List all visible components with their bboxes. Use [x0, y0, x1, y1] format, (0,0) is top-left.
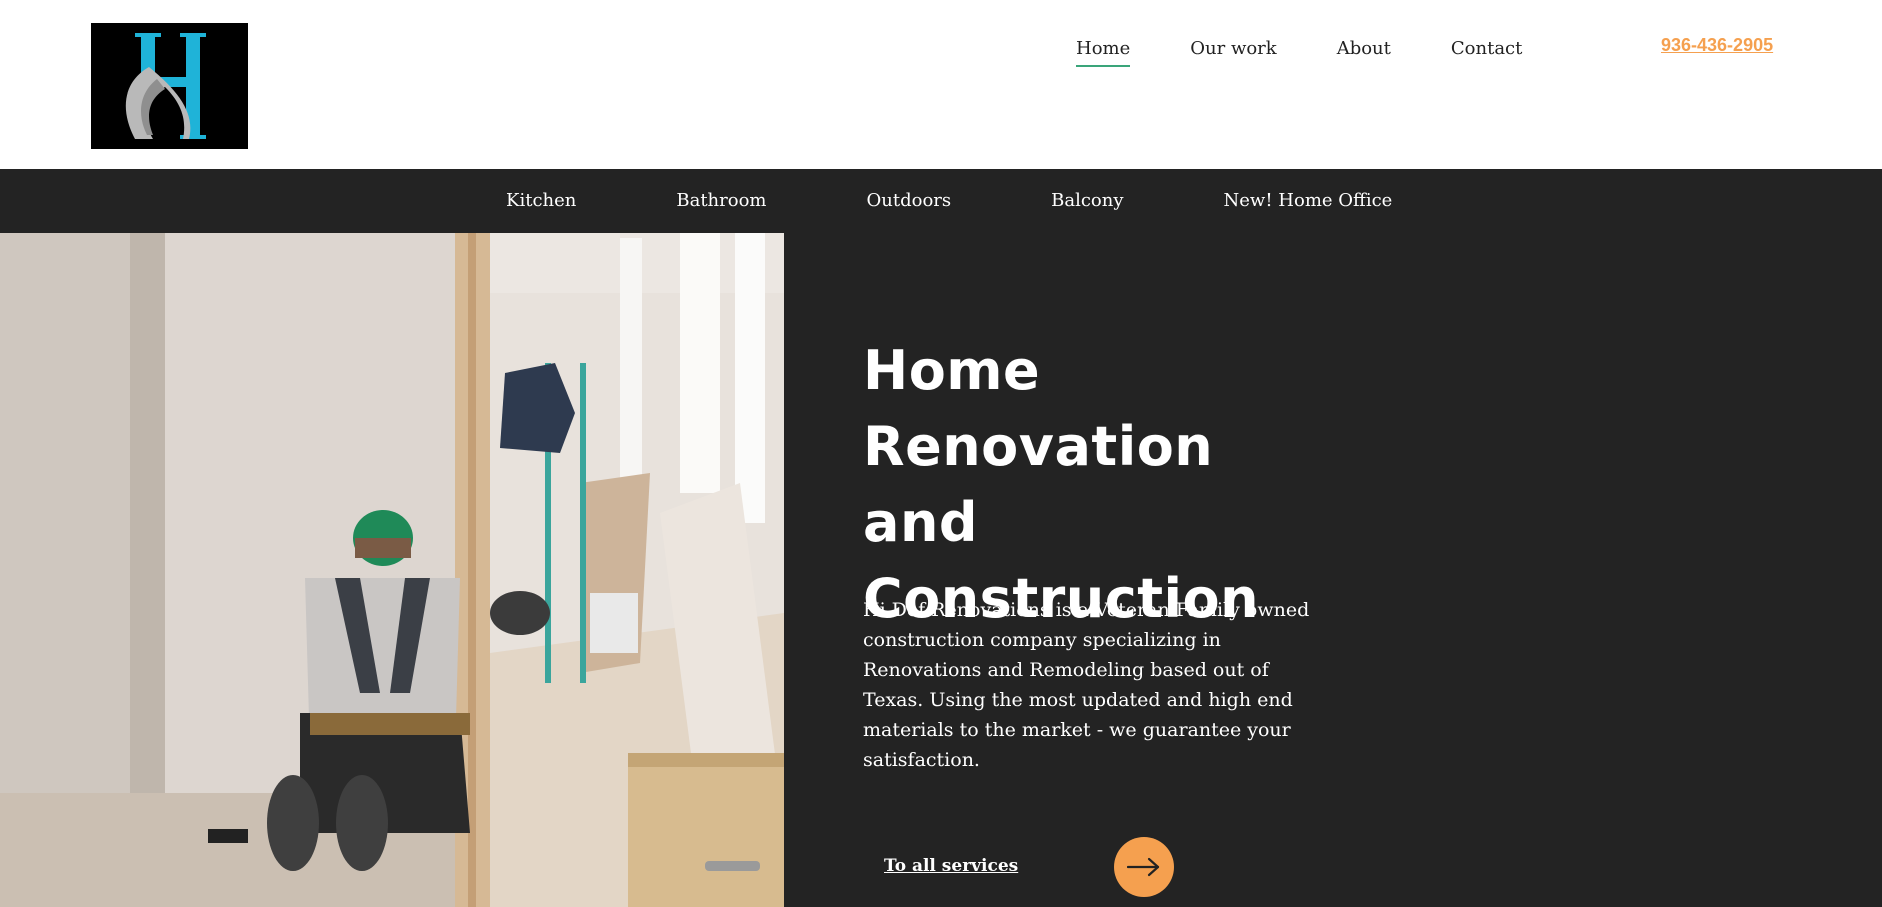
- phone-link[interactable]: 936-436-2905: [1661, 35, 1773, 56]
- subnav-items: Kitchen Bathroom Outdoors Balcony New! H…: [506, 190, 1392, 211]
- hero-title-line: Home: [863, 339, 1041, 402]
- subnav-item-bathroom[interactable]: Bathroom: [676, 190, 766, 211]
- arrow-right-icon: [1127, 857, 1160, 877]
- hero-title: Home Renovation and Construction: [863, 333, 1343, 637]
- subnav-item-home-office[interactable]: New! Home Office: [1224, 190, 1393, 211]
- subnav-item-balcony[interactable]: Balcony: [1051, 190, 1123, 211]
- all-services-arrow-button[interactable]: [1114, 837, 1174, 897]
- nav-link-contact[interactable]: Contact: [1451, 38, 1522, 67]
- service-subnav: Kitchen Bathroom Outdoors Balcony New! H…: [0, 169, 1882, 233]
- hero-photo: [0, 233, 784, 907]
- subnav-item-kitchen[interactable]: Kitchen: [506, 190, 576, 211]
- all-services-link[interactable]: To all services: [884, 856, 1018, 876]
- hero-title-line: Renovation and: [863, 415, 1214, 554]
- nav-link-about[interactable]: About: [1337, 38, 1391, 67]
- logo[interactable]: [91, 23, 248, 149]
- main-nav: Home Our work About Contact: [1076, 38, 1582, 67]
- hero-section: Home Renovation and Construction Hi Def …: [0, 233, 1882, 907]
- subnav-item-outdoors[interactable]: Outdoors: [867, 190, 952, 211]
- nav-link-home[interactable]: Home: [1076, 38, 1131, 67]
- site-header: Home Our work About Contact 936-436-2905: [0, 0, 1882, 169]
- nav-link-our-work[interactable]: Our work: [1190, 38, 1276, 67]
- logo-mark-icon: [91, 23, 248, 149]
- hero-description: Hi Def Renovations is a Veteran Family o…: [863, 599, 1310, 771]
